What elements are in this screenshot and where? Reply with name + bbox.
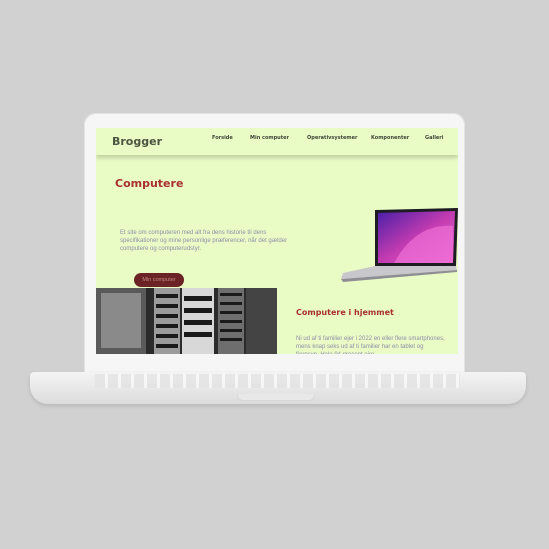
- section-title: Computere i hjemmet: [296, 308, 394, 317]
- site-logo[interactable]: Brogger: [112, 135, 162, 148]
- laptop-image: [341, 208, 458, 282]
- nav-item-operativsystemer[interactable]: Operativsystemer: [307, 135, 357, 141]
- nav-item-forside[interactable]: Forside: [212, 135, 233, 141]
- hero-title: Computere: [115, 177, 184, 190]
- site-header: Brogger Forside Min computer Operativsys…: [96, 128, 458, 155]
- min-computer-button[interactable]: Min computer: [134, 273, 184, 287]
- nav-item-min-computer[interactable]: Min computer: [250, 135, 289, 141]
- nav-item-galleri[interactable]: Galleri: [425, 135, 443, 141]
- nav-item-komponenter[interactable]: Komponenter: [371, 135, 409, 141]
- website-screen: Brogger Forside Min computer Operativsys…: [96, 128, 458, 354]
- server-room-image: [96, 288, 277, 354]
- section-text: Ni ud af ti familier ejer i 2022 en elle…: [296, 336, 445, 354]
- trackpad-notch: [237, 394, 315, 401]
- hero-description: Et site om computeren med alt fra dens h…: [120, 230, 288, 252]
- keyboard: [95, 374, 460, 388]
